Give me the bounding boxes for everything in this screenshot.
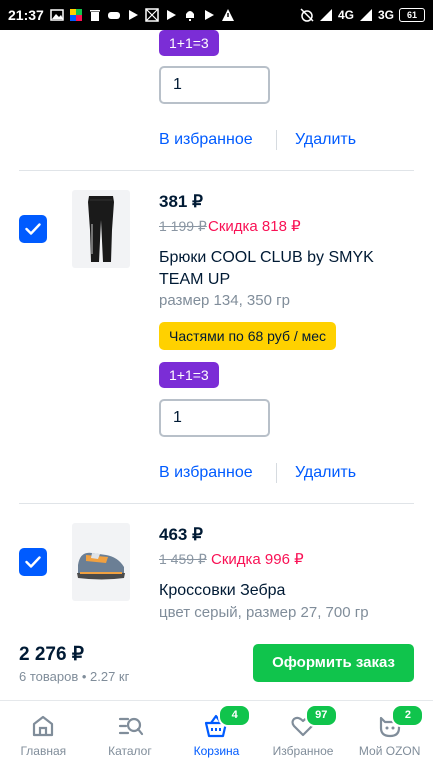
- checkout-button[interactable]: Оформить заказ: [253, 644, 414, 682]
- trash-notification-icon: [89, 10, 100, 21]
- add-to-favorites-link[interactable]: В избранное: [159, 131, 253, 149]
- gamepad-notification-icon: [107, 12, 120, 19]
- nav-label: Корзина: [193, 744, 240, 758]
- alarm-off-icon: [300, 8, 314, 22]
- home-icon: [33, 715, 54, 737]
- sneakers-picture: [77, 552, 125, 580]
- checkmark-icon: [25, 556, 41, 568]
- quantity-select[interactable]: 1: [159, 66, 270, 104]
- system-indicators: 4G 3G 61: [300, 8, 425, 22]
- notification-icons: [50, 8, 235, 22]
- cart-count-badge: 4: [218, 704, 252, 727]
- status-time: 21:37: [8, 7, 44, 23]
- nav-item-catalog[interactable]: Каталог: [87, 701, 174, 770]
- nav-item-cart[interactable]: 4 Корзина: [173, 701, 260, 770]
- network-type-1: 4G: [337, 8, 354, 22]
- checkmark-icon: [25, 223, 41, 235]
- cart-summary: 6 товаров • 2.27 кг: [19, 669, 130, 684]
- warning-notification-icon: [221, 9, 234, 21]
- delete-link[interactable]: Удалить: [295, 131, 356, 149]
- product-meta: размер 134, 350 гр: [159, 292, 290, 309]
- cart-content[interactable]: 1+1=3 1 В избранное Удалить 381 ₽ 1 199 …: [0, 30, 433, 635]
- status-bar: 21:37 4G 3G 61: [0, 0, 433, 30]
- installments-badge[interactable]: Частями по 68 руб / мес: [159, 322, 337, 350]
- pants-picture: [88, 196, 114, 262]
- bell-notification-icon: [185, 11, 194, 21]
- product-price: 381 ₽: [159, 192, 203, 211]
- signal-icon-2: [359, 9, 372, 21]
- profile-count-badge: 2: [391, 704, 425, 727]
- product-price: 463 ₽: [159, 525, 203, 544]
- quantity-select[interactable]: 1: [159, 399, 270, 437]
- cart-total: 2 276 ₽: [19, 644, 84, 665]
- app-notification-icon: [69, 9, 82, 21]
- catalog-icon: [118, 717, 143, 736]
- delete-link[interactable]: Удалить: [295, 464, 356, 482]
- promo-badge: 1+1=3: [159, 30, 219, 56]
- gallery-notification-icon: [50, 9, 64, 21]
- product-discount: Скидка 996 ₽: [211, 551, 304, 568]
- product-old-price: 1 199 ₽: [159, 218, 207, 234]
- play-notification-icon-3: [204, 10, 214, 20]
- nav-label: Избранное: [272, 744, 334, 758]
- nav-item-profile[interactable]: 2 Мой OZON: [346, 701, 433, 770]
- play-notification-icon-2: [166, 10, 176, 20]
- item-divider: [19, 170, 414, 171]
- nav-label: Главная: [20, 744, 67, 758]
- product-meta: цвет серый, размер 27, 700 гр: [159, 604, 369, 621]
- nav-label: Мой OZON: [358, 744, 421, 758]
- checkout-bar: 2 276 ₽ 6 товаров • 2.27 кг Оформить зак…: [0, 635, 433, 700]
- promo-badge: 1+1=3: [159, 362, 219, 388]
- nav-item-favorites[interactable]: 97 Избранное: [260, 701, 347, 770]
- play-notification-icon: [128, 10, 138, 20]
- product-image-sneakers[interactable]: [72, 523, 130, 601]
- nav-item-home[interactable]: Главная: [0, 701, 87, 770]
- item-divider: [19, 503, 414, 504]
- add-to-favorites-link[interactable]: В избранное: [159, 464, 253, 482]
- product-image-pants[interactable]: [72, 190, 130, 268]
- favorites-count-badge: 97: [304, 704, 338, 727]
- product-title[interactable]: Кроссовки Зебра: [159, 580, 399, 602]
- product-old-price: 1 459 ₽: [159, 551, 207, 567]
- link-separator: [276, 130, 277, 150]
- nav-label: Каталог: [108, 744, 152, 758]
- product-title[interactable]: Брюки COOL CLUB by SMYK TEAM UP: [159, 247, 399, 291]
- link-separator: [276, 463, 277, 483]
- bottom-navigation: Главная Каталог 4 Корзина 97 Избранное 2…: [0, 700, 433, 770]
- battery-icon: 61: [399, 8, 425, 22]
- product-discount: Скидка 818 ₽: [208, 218, 301, 235]
- image-notification-icon: [145, 8, 159, 22]
- network-type-2: 3G: [377, 8, 394, 22]
- item-checkbox[interactable]: [19, 215, 47, 243]
- signal-icon: [319, 9, 332, 21]
- item-checkbox[interactable]: [19, 548, 47, 576]
